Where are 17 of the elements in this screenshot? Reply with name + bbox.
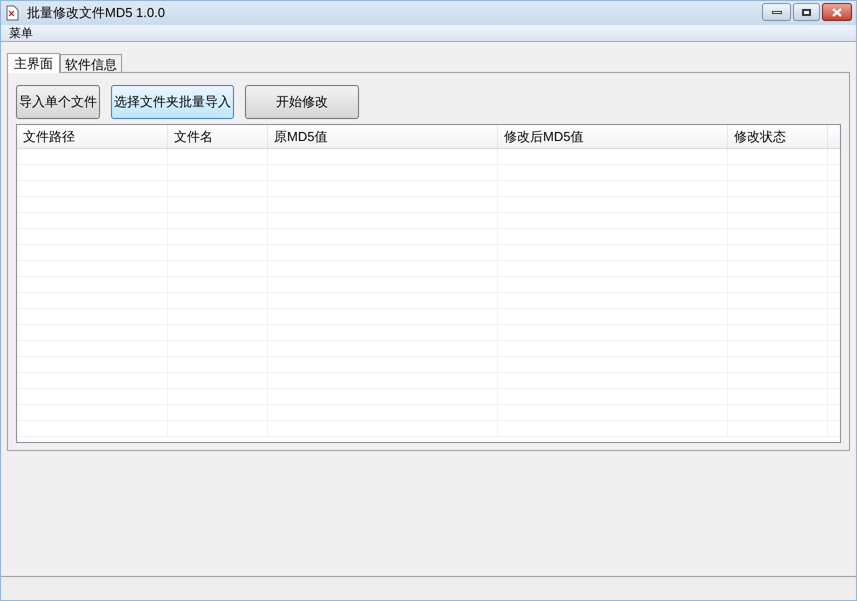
close-icon: [831, 8, 843, 16]
minimize-button[interactable]: [762, 3, 791, 21]
window-title: 批量修改文件MD5 1.0.0: [27, 4, 165, 22]
tab[interactable]: 主界面: [7, 53, 60, 73]
column-header[interactable]: 修改后MD5值: [498, 125, 728, 148]
close-button[interactable]: [822, 3, 852, 21]
menu-item[interactable]: 菜单: [1, 24, 41, 42]
column-header[interactable]: 原MD5值: [268, 125, 498, 148]
column-header[interactable]: 文件名: [168, 125, 268, 148]
action-button[interactable]: 导入单个文件: [16, 85, 100, 119]
app-icon: [5, 5, 19, 21]
maximize-button[interactable]: [793, 3, 820, 21]
action-button[interactable]: 开始修改: [245, 85, 359, 119]
column-header[interactable]: 文件路径: [17, 125, 168, 148]
column-header[interactable]: 修改状态: [728, 125, 828, 148]
tab[interactable]: 软件信息: [60, 54, 122, 72]
action-button[interactable]: 选择文件夹批量导入: [111, 85, 234, 119]
